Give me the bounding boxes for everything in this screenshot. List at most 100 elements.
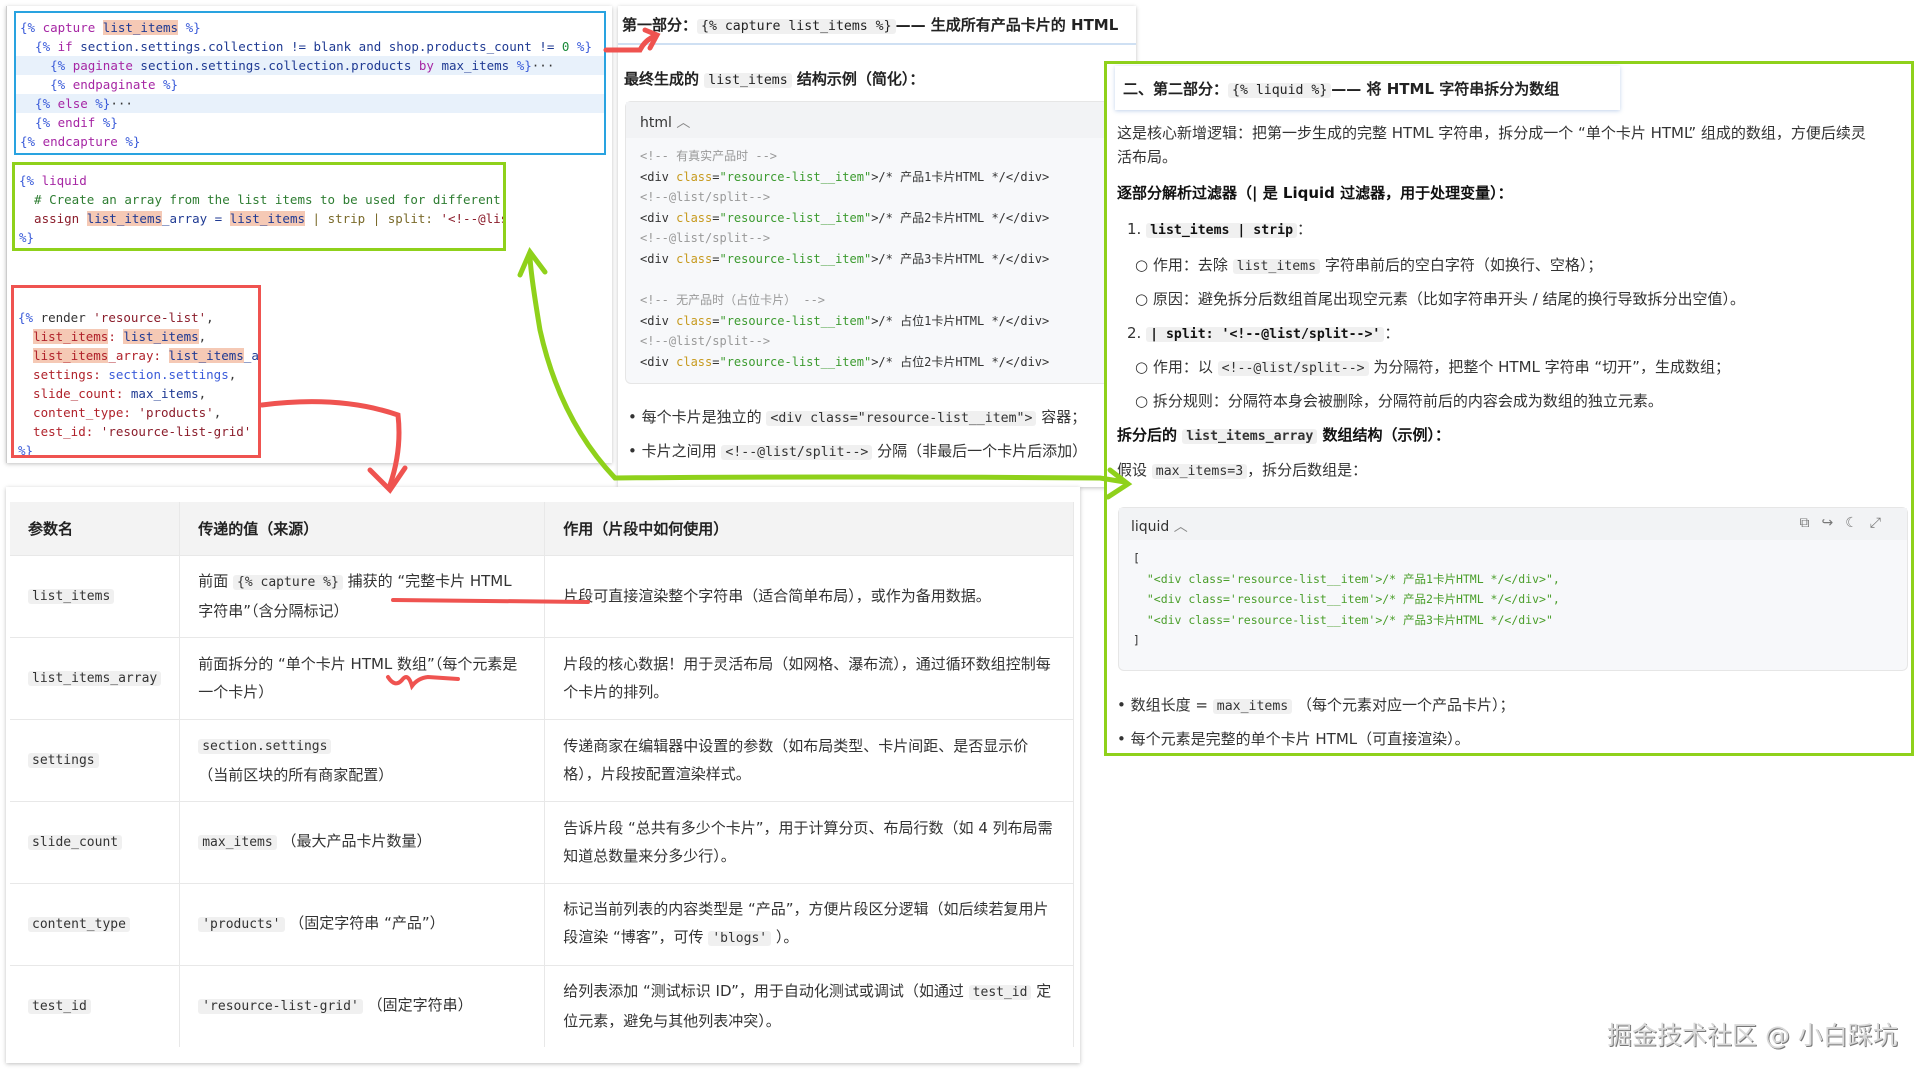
- code-line: <div class="resource-list__item">/* 产品2卡…: [640, 208, 1128, 229]
- table-row: list_items_array 前面拆分的 “单个卡片 HTML 数组”（每个…: [10, 636, 1074, 719]
- name: test_id: [28, 999, 91, 1015]
- code-token: <!--@list/split-->: [640, 231, 771, 246]
- params-table: 参数名 传递的值（来源） 作用（片段中如何使用） list_items 前面 {…: [10, 502, 1074, 1047]
- code-line: %}: [18, 441, 254, 458]
- param-name-cell: settings: [10, 718, 181, 801]
- code-token: %}: [178, 20, 201, 35]
- code-line: {% else %}···: [16, 94, 604, 113]
- name: slide_count: [28, 835, 123, 850]
- code-token: ,: [198, 329, 207, 344]
- code-token: ···: [110, 96, 133, 111]
- code-token: '<!--@list/split-->': [440, 211, 503, 226]
- code-token: class: [676, 210, 713, 225]
- code-line: slide_count: max_items,: [18, 384, 254, 403]
- code-line: <!-- 有真实产品时 -->: [640, 146, 1128, 167]
- table-row: slide_count max_items （最大产品卡片数量） 告诉片段 “总…: [10, 800, 1074, 883]
- code-line: <!--@list/split-->: [640, 331, 1128, 352]
- value-post: 前面拆分的 “单个卡片 HTML 数组”（每个元素是一个卡片）: [198, 655, 518, 701]
- step-2: 2. | split: '<!--@list/split-->'：: [1127, 324, 1400, 342]
- code-token: list_items: [123, 329, 199, 344]
- code-token: capture: [42, 20, 103, 35]
- value-code: 'resource-list-grid': [198, 999, 363, 1015]
- code-token: shop.products_count: [388, 39, 540, 54]
- code-token: class: [676, 354, 713, 369]
- code-token: endpaginate: [72, 77, 163, 92]
- part1-panel: 第一部分： {% capture list_items %} —— 生成所有产品卡片…: [618, 6, 1136, 487]
- code-token: %}: [102, 115, 118, 130]
- code-lang-toggle[interactable]: liquid ︿ ⧉↪☾⤢: [1119, 508, 1907, 540]
- part1-subtitle: 最终生成的 list_items 结构示例（简化）：: [624, 70, 925, 88]
- use-pre: 片段可直接渲染整个字符串（适合简单布局），或作为备用数据。: [563, 587, 991, 605]
- use-pre: 给列表添加 “测试标识 ID”，用于自动化测试或调试（如通过: [563, 982, 964, 1001]
- code-token: {%: [20, 20, 43, 35]
- code-token: %}: [95, 96, 111, 111]
- code-token: "resource-list__item": [719, 251, 872, 266]
- code-line: <div class="resource-list__item">/* 产品3卡…: [640, 249, 1128, 270]
- code-token: %}: [516, 58, 532, 73]
- param-usage-cell: 标记当前列表的内容类型是 “产品”，方便片段区分逻辑（如后续若复用片段渲染 “博…: [544, 882, 1074, 965]
- param-usage-cell: 给列表添加 “测试标识 ID”，用于自动化测试或调试（如通过 test_id 定…: [544, 964, 1074, 1047]
- code-line: <!--@list/split-->: [640, 228, 1128, 249]
- step-1-effect: ○ 作用：去除 list_items 字符串前后的空白字符（如换行、空格）；: [1135, 256, 1603, 274]
- code-line: "<div class='resource-list__item'>/* 产品1…: [1133, 569, 1920, 590]
- code-token: ···: [531, 58, 555, 73]
- capture-code-block: {% capture list_items %} {% if section.s…: [14, 11, 606, 155]
- code-token: _array =: [162, 211, 230, 226]
- code-token: if: [57, 39, 81, 54]
- table-header-row: 参数名 传递的值（来源） 作用（片段中如何使用）: [10, 502, 1074, 555]
- array-heading: 拆分后的 list_items_array 数组结构（示例）：: [1117, 426, 1451, 444]
- param-name-cell: list_items_array: [10, 636, 181, 719]
- render-code-block: {% render 'resource-list', list_items: l…: [11, 285, 261, 458]
- use-pre: 传递商家在编辑器中设置的参数（如布局类型、卡片间距、是否显示价格），片段按配置渲…: [563, 737, 1029, 783]
- param-name-cell: content_type: [10, 882, 181, 965]
- use-code: 'blogs': [708, 931, 772, 946]
- chevron-up-icon: ︿: [1173, 519, 1188, 535]
- param-value-cell: 'products' （固定字符串 “产品”）: [179, 882, 546, 965]
- code-token: %}: [125, 134, 141, 149]
- code-token: slide_count:: [18, 386, 131, 401]
- theme-icon[interactable]: ☾: [1845, 515, 1870, 531]
- code-token: ,: [198, 386, 207, 401]
- wrap-icon[interactable]: ↪: [1822, 515, 1846, 531]
- expand-icon[interactable]: ⤢: [1870, 515, 1893, 531]
- code-token: %}: [18, 443, 34, 458]
- part1-bullet-2: • 卡片之间用 <!--@list/split--> 分隔（非最后一个卡片后添加…: [628, 442, 1088, 460]
- code-line: [: [1133, 548, 1920, 569]
- name: list_items: [28, 589, 115, 604]
- code-line: {% render 'resource-list',: [18, 308, 254, 327]
- code-lang-toggle[interactable]: html ︿: [626, 102, 1114, 138]
- code-line: {% capture list_items %}: [20, 18, 600, 37]
- array-code-lines: [ "<div class='resource-list__item'>/* 产…: [1133, 548, 1920, 651]
- code-line: <div class="resource-list__item">/* 产品1卡…: [640, 167, 1128, 188]
- code-line: settings: section.settings,: [18, 365, 254, 384]
- param-value-cell: max_items （最大产品卡片数量）: [179, 800, 546, 883]
- header-param-name: 参数名: [10, 502, 181, 555]
- step-2-rule: ○ 拆分规则：分隔符本身会被删除，分隔符前后的内容会成为数组的独立元素。: [1135, 392, 1663, 410]
- code-token: >/* 占位2卡片HTML */</div>: [871, 354, 1050, 369]
- code-token: >/* 产品2卡片HTML */</div>: [871, 210, 1050, 225]
- code-token: 'resource-list': [93, 310, 207, 325]
- code-line: list_items: list_items,: [18, 327, 254, 346]
- code-token: else: [57, 96, 96, 111]
- part2-title: 二、第二部分： {% liquid %} —— 将 HTML 字符串拆分为数组: [1115, 66, 1620, 110]
- param-usage-cell: 片段的核心数据！用于灵活布局（如网格、瀑布流），通过循环数组控制每个卡片的排列。: [544, 636, 1074, 719]
- code-token: max_items: [441, 58, 517, 73]
- code-token: >/* 产品1卡片HTML */</div>: [871, 169, 1050, 184]
- header-param-usage: 作用（片段中如何使用）: [544, 502, 1074, 555]
- code-token: "<div class='resource-list__item'>/* 产品3…: [1133, 612, 1553, 627]
- use-pre: 标记当前列表的内容类型是 “产品”，方便片段区分逻辑（如后续若复用片段渲染 “博…: [563, 900, 1049, 946]
- param-usage-cell: 传递商家在编辑器中设置的参数（如布局类型、卡片间距、是否显示价格），片段按配置渲…: [544, 718, 1074, 801]
- code-token: settings:: [18, 367, 109, 382]
- value-post: （最大产品卡片数量）: [281, 832, 432, 850]
- name: list_items_array: [28, 671, 162, 686]
- code-line: {% endif %}: [20, 113, 600, 132]
- copy-icon[interactable]: ⧉: [1800, 515, 1822, 531]
- code-token: "resource-list__item": [719, 169, 872, 184]
- table-row: content_type 'products' （固定字符串 “产品”） 标记当…: [10, 882, 1074, 965]
- step-1: 1. list_items | strip：: [1127, 220, 1313, 238]
- code-token: {%: [18, 310, 41, 325]
- param-name-cell: test_id: [10, 964, 181, 1047]
- code-token: _array,: [243, 348, 259, 363]
